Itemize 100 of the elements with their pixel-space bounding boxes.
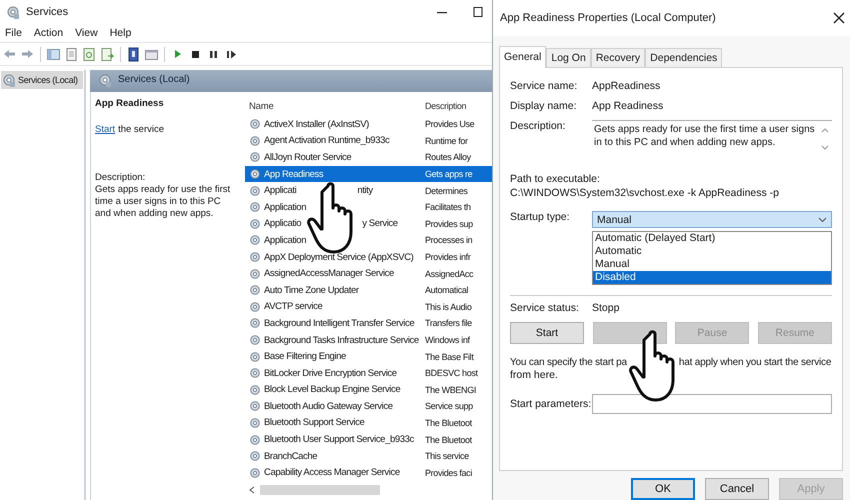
chevron-down-icon	[818, 216, 827, 222]
table-row[interactable]: Applicati ntity Determines	[245, 182, 492, 199]
export-list-icon[interactable]	[100, 46, 115, 62]
services-icon	[6, 5, 20, 19]
menu-item[interactable]: View	[75, 27, 98, 39]
help-book-icon[interactable]	[126, 46, 141, 62]
table-cell-text: Facilitates th	[425, 202, 472, 212]
gear-icon	[249, 268, 261, 280]
table-cell-text: The WBENGI	[425, 384, 478, 395]
description-text: Gets apps ready for use the first time a user signs in to this PC and when adding new apps.	[95, 184, 232, 220]
table-row[interactable]: Bluetooth Support Service The Bluetoot	[245, 414, 492, 432]
input-field[interactable]	[592, 394, 832, 414]
dropdown-option[interactable]: Manual	[593, 258, 831, 271]
table-cell-text: The Bluetoot	[425, 434, 473, 445]
table-row[interactable]: BranchCache This service	[245, 448, 492, 464]
table-row[interactable]: Application Facilitates th	[245, 198, 492, 216]
table-cell: Block Level Backup Engine Service	[264, 384, 400, 396]
document-icon[interactable]	[64, 46, 79, 62]
field-label: Start parameters:	[510, 398, 592, 410]
column-header[interactable]: Description	[425, 101, 481, 111]
table-cell-text: Routes Alloy	[425, 152, 472, 162]
table-row[interactable]: Bluetooth User Support Service_b933c The Bluetoot	[245, 431, 492, 448]
table-cell-text: The Bluetoot	[425, 418, 473, 428]
field-label: Display name:	[510, 100, 578, 112]
gear-icon	[249, 201, 261, 214]
gear-icon	[249, 466, 261, 479]
table-cell: AppX Deployment Service (AppXSVC)	[264, 252, 414, 263]
table-row[interactable]: Bluetooth Audio Gateway Service Service supp	[245, 398, 492, 415]
menu-item[interactable]: File	[5, 27, 22, 39]
close-icon[interactable]	[833, 12, 845, 24]
table-cell: App Readiness	[264, 168, 324, 180]
table-row[interactable]: AllJoyn Router Service Routes Alloy	[245, 149, 492, 166]
scrollbar-thumb[interactable]	[260, 485, 380, 496]
tab[interactable]: General	[499, 46, 546, 68]
console-tree-icon[interactable]	[46, 46, 61, 62]
gear-icon	[249, 300, 261, 313]
table-cell-text: Gets apps re	[425, 169, 474, 180]
gear-icon	[249, 400, 261, 412]
tab[interactable]: Log On	[546, 48, 591, 67]
table-cell: BranchCache	[264, 450, 318, 462]
table-cell: y Service	[362, 218, 398, 230]
column-header[interactable]: Name	[245, 100, 425, 112]
table-row[interactable]: Applicatio y Service Provides sup	[245, 216, 492, 232]
start-link[interactable]: Start	[95, 124, 116, 136]
field-value: AppReadiness	[592, 80, 660, 92]
table-cell-text: Windows inf	[425, 335, 471, 346]
table-row[interactable]: BitLocker Drive Encryption Service BDESVC host	[245, 364, 492, 382]
table-cell-text: This is Audio	[425, 302, 472, 312]
refresh-icon[interactable]	[82, 46, 97, 62]
dropdown-option[interactable]: Disabled	[593, 271, 831, 284]
table-cell: AllJoyn Router Service	[264, 152, 352, 163]
dropdown-option[interactable]: Automatic	[593, 245, 831, 258]
scroll-down-icon[interactable]	[821, 145, 829, 151]
table-row[interactable]: Block Level Backup Engine Service The WBENGI	[245, 382, 492, 398]
table-row[interactable]: App Readiness Gets apps re	[245, 166, 492, 182]
table-row[interactable]: Background Intelligent Transfer Service Transfers file	[245, 315, 492, 332]
table-row[interactable]: Auto Time Zone Updater Automatical	[245, 282, 492, 299]
link-text: the service	[118, 124, 164, 136]
gear-icon	[249, 434, 261, 446]
tab[interactable]: Recovery	[590, 48, 646, 67]
gear-icon	[249, 251, 261, 264]
table-cell: Background Tasks Infrastructure Service	[264, 334, 419, 346]
table-row[interactable]: AssignedAccessManager Service AssignedAcc	[245, 265, 492, 282]
table-row[interactable]: ActiveX Installer (AxInstSV) Provides Use	[245, 116, 492, 133]
service-button[interactable]: Start	[510, 322, 584, 344]
menu-item[interactable]: Help	[110, 27, 132, 39]
table-row[interactable]: Base Filtering Engine The Base Filt	[245, 348, 492, 365]
gear-icon	[249, 134, 261, 147]
tab[interactable]: Dependencies	[645, 48, 722, 67]
scroll-left-icon[interactable]	[248, 485, 256, 496]
table-cell-text: AssignedAcc	[425, 268, 474, 279]
gear-icon	[249, 416, 261, 429]
dialog-button[interactable]: Cancel	[705, 478, 769, 500]
dropdown[interactable]: Manual	[592, 211, 832, 228]
table-row[interactable]: Application Processes in	[245, 232, 492, 249]
menu-item[interactable]: Action	[34, 27, 64, 39]
table-cell-text: Service supp	[425, 401, 474, 412]
table-row[interactable]: AppX Deployment Service (AppXSVC) Provides infr	[245, 248, 492, 266]
hint-text: You can specify the start pa	[510, 356, 627, 369]
scroll-up-icon[interactable]	[821, 127, 829, 133]
table-row[interactable]: Agent Activation Runtime_b933c Runtime for	[245, 132, 492, 150]
gear-icon	[249, 317, 261, 330]
table-row[interactable]: AVCTP service This is Audio	[245, 298, 492, 316]
table-cell-text: Provides sup	[425, 218, 474, 229]
path-text: C:\WINDOWS\System32\svchost.exe -k AppReadiness -p	[510, 187, 780, 199]
table-cell-text: Provides Use	[425, 119, 476, 130]
maximize-icon[interactable]	[472, 6, 484, 18]
table-cell: Base Filtering Engine	[264, 351, 346, 362]
panel-title: Services (Local)	[118, 74, 190, 85]
table-cell: Bluetooth Audio Gateway Service	[264, 400, 393, 412]
service-title: App Readiness	[95, 98, 165, 110]
gear-icon	[249, 168, 261, 180]
dropdown-option[interactable]: Automatic (Delayed Start)	[593, 232, 831, 245]
table-row[interactable]: Capability Access Manager Service Provides faci	[245, 464, 492, 482]
dialog-button[interactable]: OK	[631, 478, 695, 500]
table-row[interactable]: Background Tasks Infrastructure Service Windows inf	[245, 332, 492, 348]
tree-item[interactable]: Services (Local)	[1, 71, 83, 89]
table-cell-text: Automatical	[425, 285, 470, 296]
table-cell: AVCTP service	[264, 301, 322, 312]
dialog-title: App Readiness Properties (Local Computer)	[500, 12, 716, 24]
